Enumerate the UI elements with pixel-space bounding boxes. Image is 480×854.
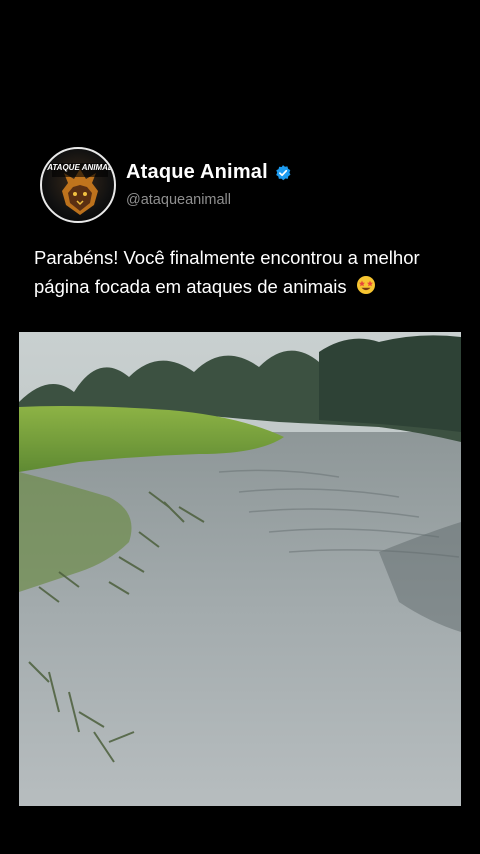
post-caption: Parabéns! Você finalmente encontrou a me… bbox=[34, 243, 464, 301]
avatar-logo-text: ATAQUE ANIMAL bbox=[46, 163, 113, 172]
star-struck-emoji-icon bbox=[356, 276, 375, 294]
user-handle[interactable]: @ataqueanimall bbox=[126, 192, 231, 208]
post-video[interactable] bbox=[19, 332, 461, 806]
name-row: Ataque Animal bbox=[126, 161, 292, 184]
river-scene-image bbox=[19, 332, 461, 806]
avatar[interactable]: ATAQUE ANIMAL bbox=[40, 147, 116, 223]
lion-logo-icon: ATAQUE ANIMAL bbox=[46, 163, 113, 215]
verified-badge-icon bbox=[276, 164, 291, 180]
display-name[interactable]: Ataque Animal bbox=[126, 161, 268, 184]
post-card: ATAQUE ANIMAL Ataque Animal @ataqueanima… bbox=[0, 0, 480, 854]
